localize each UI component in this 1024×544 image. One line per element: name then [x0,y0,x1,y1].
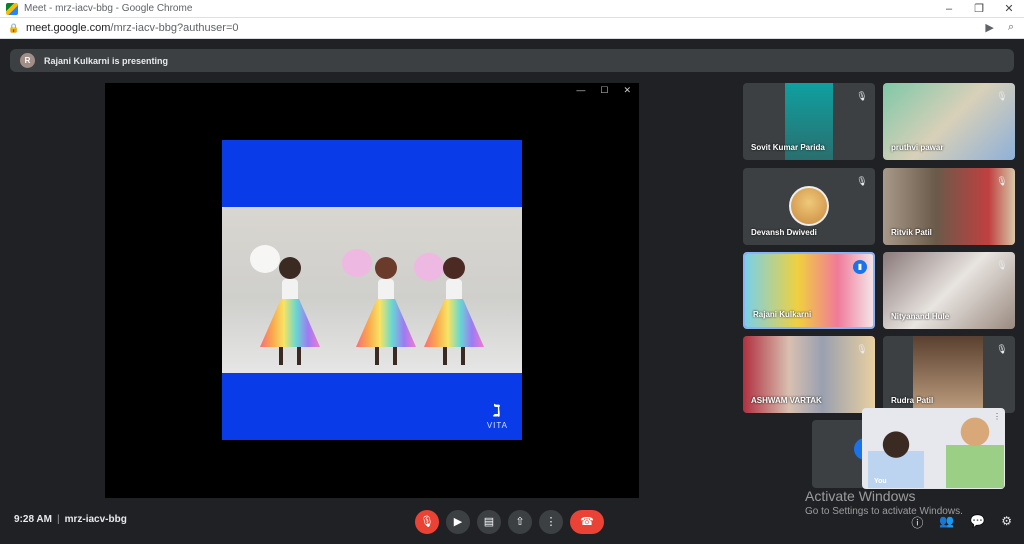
vita-mark-icon: ℷ [493,403,502,420]
captions-button[interactable]: ▤ [477,510,501,534]
participant-tile[interactable]: 🎙 Nityanand Hule [883,252,1015,329]
meeting-code[interactable]: mrz-iacv-bbg [65,514,127,525]
lock-icon[interactable]: 🔒 [8,23,19,33]
call-controls: 🎙 ▶ ▤ ⇧ ⋮ ☎ [415,510,604,534]
presenting-banner: R Rajani Kulkarni is presenting [10,49,1014,72]
present-screen-button[interactable]: ⇧ [508,510,532,534]
browser-titlebar: Meet - mrz-iacv-bbg - Google Chrome – ❐ … [0,0,1024,18]
participant-tile[interactable]: 🎙 Devansh Dwivedi [743,168,875,245]
url-text[interactable]: meet.google.com/mrz-iacv-bbg?authuser=0 [26,22,238,34]
self-view-tile[interactable]: ⋮ You [862,408,1005,489]
window-title: Meet - mrz-iacv-bbg - Google Chrome [24,3,193,14]
participant-tile[interactable]: 🎙 Ritvik Patil [883,168,1015,245]
people-icon[interactable]: 👥 [939,514,954,531]
leave-call-button[interactable]: ☎ [570,510,604,534]
address-bar[interactable]: 🔒 meet.google.com/mrz-iacv-bbg?authuser=… [0,18,1024,39]
presenting-text: Rajani Kulkarni is presenting [44,55,169,66]
mic-off-icon: 🎙 [996,91,1008,101]
restore-icon[interactable]: ❐ [964,0,994,18]
activate-title: Activate Windows [805,488,916,504]
activities-icon[interactable]: ⚙ [1001,514,1012,531]
participant-name: Nityanand Hule [891,312,950,321]
participant-tile[interactable]: 🎙 pruthvi pawar [883,83,1015,160]
presenter-avatar: R [20,53,35,68]
search-icon[interactable]: ⌕ [1008,21,1014,34]
url-host: meet.google.com [26,22,111,34]
meeting-info: 9:28 AM | mrz-iacv-bbg [14,514,127,525]
mic-toggle-button[interactable]: 🎙 [415,510,439,534]
activate-windows-watermark: Activate Windows Go to Settings to activ… [805,488,963,517]
vita-label: VITA [486,421,508,430]
close-icon[interactable]: ✕ [994,0,1024,18]
camera-toggle-button[interactable]: ▶ [446,510,470,534]
maximize-icon[interactable]: ☐ [600,85,608,96]
mic-off-icon: 🎙 [856,91,868,101]
speaking-indicator-icon: ▮ [853,260,867,274]
minimize-icon[interactable]: – [934,0,964,18]
participant-name: Devansh Dwivedi [751,228,817,237]
mic-off-icon: 🎙 [856,344,868,354]
participant-tile[interactable]: 🎙 ASHWAM VARTAK [743,336,875,413]
mic-off-icon: 🎙 [856,176,868,186]
participant-name: pruthvi pawar [891,143,944,152]
vita-logo: ℷ VITA [487,401,508,430]
shared-video: ℷ VITA [222,140,522,440]
meeting-details-icon[interactable]: ⓘ [911,514,923,531]
dance-photo [222,207,522,373]
participant-name: Rajani Kulkarni [753,310,812,319]
side-panel-controls: ⓘ 👥 💬 ⚙ [911,514,1012,531]
participant-name: Rudra Patil [891,396,934,405]
chat-icon[interactable]: 💬 [970,514,985,531]
mic-off-icon: 🎙 [996,176,1008,186]
more-options-button[interactable]: ⋮ [539,510,563,534]
minimize-icon[interactable]: — [576,85,585,96]
participant-tile[interactable]: 🎙 Sovit Kumar Parida [743,83,875,160]
presentation-area: — ☐ ✕ ℷ VITA [105,83,639,498]
avatar [789,186,829,226]
self-tile-background [812,420,876,488]
participant-tile-active[interactable]: ▮ Rajani Kulkarni [743,252,875,329]
url-path: /mrz-iacv-bbg?authuser=0 [110,22,239,34]
participant-name: Ritvik Patil [891,228,932,237]
participant-name: Sovit Kumar Parida [751,143,825,152]
self-video-adult [946,410,1004,488]
camera-permission-icon[interactable]: ▶ [985,21,993,34]
mic-off-icon: 🎙 [996,344,1008,354]
window-controls: – ❐ ✕ [934,0,1024,18]
self-label: You [874,478,887,485]
meeting-time: 9:28 AM [14,514,52,525]
participant-name: ASHWAM VARTAK [751,396,822,405]
mic-off-icon: 🎙 [996,260,1008,270]
participant-tile[interactable]: 🎙 Rudra Patil [883,336,1015,413]
close-icon[interactable]: ✕ [623,85,631,96]
more-options-icon[interactable]: ⋮ [993,412,1001,421]
meet-favicon-icon [6,2,18,15]
